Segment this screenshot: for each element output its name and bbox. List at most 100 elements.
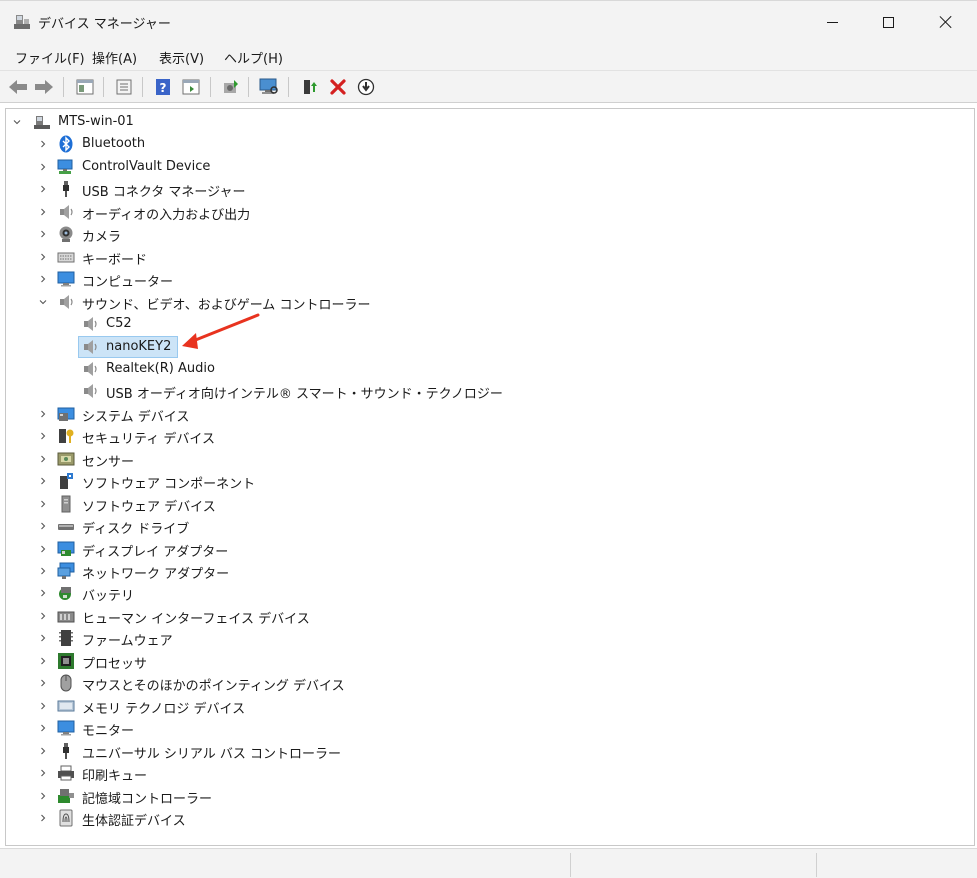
tree-category[interactable]: 生体認証デバイス: [6, 807, 966, 829]
toolbar-separator: [248, 77, 249, 97]
show-hide-tree-button[interactable]: [74, 76, 96, 98]
maximize-button[interactable]: [859, 1, 917, 43]
back-button[interactable]: [7, 76, 29, 98]
tree-category[interactable]: キーボード: [6, 246, 966, 268]
menu-help[interactable]: ヘルプ(H): [222, 48, 285, 67]
expand-chevron-icon[interactable]: [38, 252, 48, 262]
system-devices-icon: [57, 407, 75, 421]
expand-chevron-icon[interactable]: [38, 813, 48, 823]
collapse-chevron-icon[interactable]: [12, 117, 22, 127]
device-tree[interactable]: MTS-win-01 Bluetooth ControlVault Device US…: [5, 108, 975, 846]
expand-chevron-icon[interactable]: [38, 499, 48, 509]
close-button[interactable]: [917, 1, 975, 43]
fingerprint-reader-icon: [57, 159, 73, 174]
tree-node-label: USB コネクタ マネージャー: [82, 185, 246, 201]
collapse-chevron-icon[interactable]: [38, 297, 48, 307]
forward-button[interactable]: [33, 76, 55, 98]
expand-chevron-icon[interactable]: [38, 274, 48, 284]
tree-device[interactable]: nanoKEY2: [6, 335, 966, 358]
disable-device-button[interactable]: [355, 76, 377, 98]
expand-chevron-icon[interactable]: [38, 678, 48, 688]
tree-category[interactable]: USB コネクタ マネージャー: [6, 178, 966, 200]
tree-category[interactable]: 印刷キュー: [6, 762, 966, 784]
expand-chevron-icon[interactable]: [38, 611, 48, 621]
disk-drive-icon: [58, 524, 74, 531]
tree-category[interactable]: ディスプレイ アダプター: [6, 538, 966, 560]
tree-node-label: プロセッサ: [82, 656, 148, 672]
printer-icon: [58, 765, 74, 781]
tree-category[interactable]: ネットワーク アダプター: [6, 560, 966, 582]
expand-chevron-icon[interactable]: [38, 746, 48, 756]
properties-button[interactable]: [113, 76, 135, 98]
expand-chevron-icon[interactable]: [38, 162, 48, 172]
tree-category[interactable]: カメラ: [6, 223, 966, 245]
tree-category[interactable]: ControlVault Device: [6, 156, 966, 178]
expand-chevron-icon[interactable]: [38, 633, 48, 643]
scan-hardware-button[interactable]: [258, 76, 280, 98]
toolbar: ?: [0, 71, 977, 103]
battery-icon: [59, 587, 71, 601]
expand-chevron-icon[interactable]: [38, 229, 48, 239]
tree-category[interactable]: サウンド、ビデオ、およびゲーム コントローラー: [6, 291, 966, 313]
tree-device[interactable]: Realtek(R) Audio: [6, 358, 966, 380]
expand-chevron-icon[interactable]: [38, 409, 48, 419]
scan-hardware-icon: [259, 78, 278, 94]
expand-chevron-icon[interactable]: [38, 184, 48, 194]
tree-category[interactable]: メモリ テクノロジ デバイス: [6, 695, 966, 717]
minimize-button[interactable]: [803, 1, 861, 43]
update-driver-button[interactable]: [220, 76, 242, 98]
expand-chevron-icon[interactable]: [38, 431, 48, 441]
security-key-icon: [59, 429, 74, 444]
tree-node-label: オーディオの入力および出力: [82, 207, 251, 223]
tree-category[interactable]: コンピューター: [6, 268, 966, 290]
expand-chevron-icon[interactable]: [38, 723, 48, 733]
tree-category[interactable]: モニター: [6, 717, 966, 739]
computer-icon: [57, 271, 75, 287]
toolbar-separator: [142, 77, 143, 97]
tree-category[interactable]: ファームウェア: [6, 627, 966, 649]
toolbar-separator: [103, 77, 104, 97]
tree-category[interactable]: ディスク ドライブ: [6, 515, 966, 537]
tree-category[interactable]: システム デバイス: [6, 403, 966, 425]
expand-chevron-icon[interactable]: [38, 566, 48, 576]
tree-category[interactable]: ソフトウェア コンポーネント: [6, 470, 966, 492]
expand-chevron-icon[interactable]: [38, 139, 48, 149]
expand-chevron-icon[interactable]: [38, 476, 48, 486]
tree-category[interactable]: プロセッサ: [6, 650, 966, 672]
menu-view[interactable]: 表示(V): [157, 48, 206, 67]
tree-category[interactable]: Bluetooth: [6, 133, 966, 155]
menu-file[interactable]: ファイル(F): [13, 48, 87, 67]
tree-category[interactable]: マウスとそのほかのポインティング デバイス: [6, 672, 966, 694]
expand-chevron-icon[interactable]: [38, 701, 48, 711]
expand-chevron-icon[interactable]: [38, 656, 48, 666]
tree-category[interactable]: ソフトウェア デバイス: [6, 493, 966, 515]
expand-chevron-icon[interactable]: [38, 207, 48, 217]
tree-node-label: ディスク ドライブ: [82, 522, 190, 538]
menu-action[interactable]: 操作(A): [90, 48, 139, 67]
expand-chevron-icon[interactable]: [38, 544, 48, 554]
expand-chevron-icon[interactable]: [38, 588, 48, 598]
expand-chevron-icon[interactable]: [38, 768, 48, 778]
title-bar[interactable]: デバイス マネージャー: [0, 1, 977, 43]
tree-category[interactable]: ユニバーサル シリアル バス コントローラー: [6, 740, 966, 762]
tree-category[interactable]: 記憶域コントローラー: [6, 785, 966, 807]
uninstall-device-button[interactable]: [327, 76, 349, 98]
expand-chevron-icon[interactable]: [38, 791, 48, 801]
tree-category[interactable]: セキュリティ デバイス: [6, 425, 966, 447]
tree-node-label: キーボード: [82, 252, 148, 268]
help-button[interactable]: ?: [152, 76, 174, 98]
tree-category[interactable]: センサー: [6, 448, 966, 470]
expand-chevron-icon[interactable]: [38, 521, 48, 531]
tree-device[interactable]: C52: [6, 313, 966, 335]
tree-root[interactable]: MTS-win-01: [6, 111, 966, 133]
expand-chevron-icon[interactable]: [38, 454, 48, 464]
action-pane-button[interactable]: [180, 76, 202, 98]
tree-device[interactable]: USB オーディオ向けインテル® スマート・サウンド・テクノロジー: [6, 380, 966, 402]
sensor-icon: [57, 452, 75, 466]
enable-device-button[interactable]: [299, 76, 321, 98]
tree-category[interactable]: オーディオの入力および出力: [6, 201, 966, 223]
tree-category[interactable]: バッテリ: [6, 582, 966, 604]
tree-category[interactable]: ヒューマン インターフェイス デバイス: [6, 605, 966, 627]
software-device-icon: [61, 495, 71, 513]
tree-node-label: ネットワーク アダプター: [82, 567, 230, 582]
